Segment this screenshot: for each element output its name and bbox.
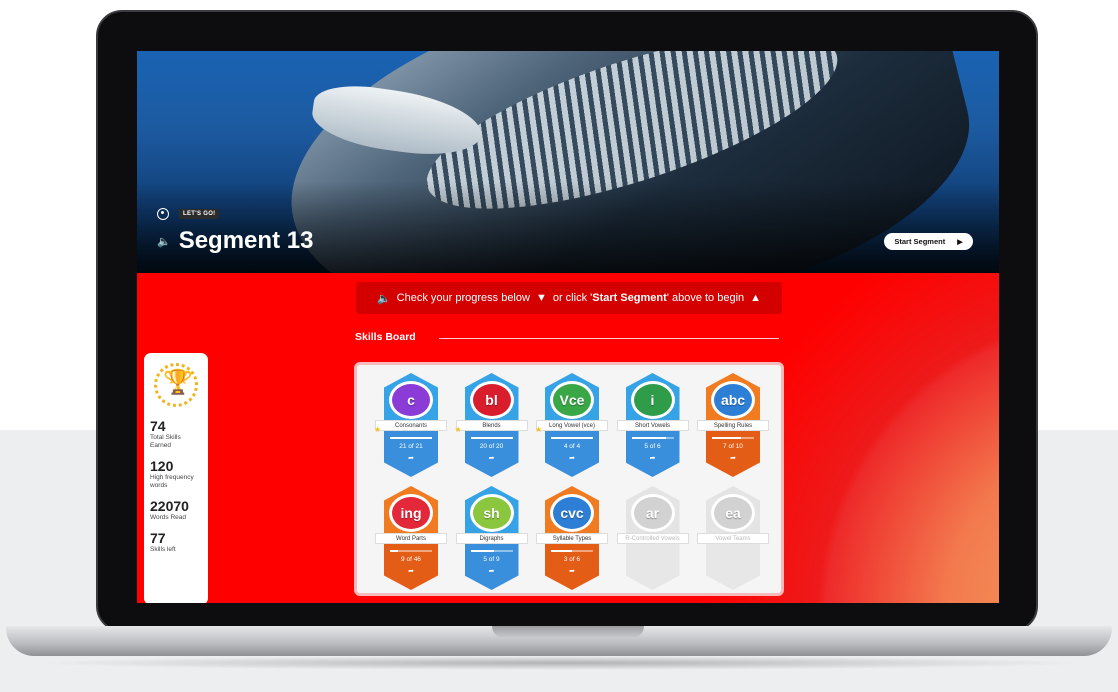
skill-badge[interactable]: abc Spelling Rules 7 of 10 ➦ (693, 373, 773, 479)
badge-progress-bar (551, 437, 593, 439)
badge-emblem: ar (630, 494, 675, 532)
badge-progress-count: 20 of 20 (479, 443, 504, 450)
badge-progress-count: 7 of 10 (723, 443, 743, 450)
speaker-icon[interactable]: 🔈 (157, 235, 171, 248)
start-segment-label: Start Segment (894, 237, 946, 246)
start-segment-button[interactable]: Start Segment ▶ (884, 233, 973, 250)
badge-progress-bar (470, 437, 513, 439)
badge-progress-bar (551, 550, 593, 552)
share-icon[interactable]: ➦ (545, 567, 599, 575)
skills-board-divider (439, 338, 779, 339)
stat-label: High frequency words (150, 474, 194, 489)
badge-progress-count: 4 of 4 (563, 443, 581, 450)
star-icon: ★ (454, 425, 462, 434)
badge-grid: c Consonants ★ 21 of 21 ➦ bl Blends ★ 20… (371, 373, 774, 592)
share-icon[interactable]: ➦ (465, 454, 519, 462)
banner-text-bold: Start Segment (592, 292, 667, 304)
skill-badge[interactable]: cvc Syllable Types 3 of 6 ➦ (532, 486, 612, 592)
badge-emblem: i (630, 381, 675, 419)
star-icon: ★ (535, 425, 543, 434)
share-icon[interactable]: ➦ (465, 567, 519, 575)
badge-label: Word Parts (375, 533, 447, 544)
laptop-screen: LET'S GO! 🔈 Segment 13 Start Segment ▶ 🔈… (137, 51, 999, 603)
stat-value: 74 (150, 418, 166, 434)
banner-text-middle: or click 'Start Segment' above to begin (552, 292, 745, 304)
skills-board: c Consonants ★ 21 of 21 ➦ bl Blends ★ 20… (354, 362, 784, 596)
lets-go-badge: LET'S GO! (179, 209, 220, 219)
star-icon: ★ (374, 425, 382, 434)
play-icon: ▶ (957, 238, 963, 246)
skill-badge[interactable]: Vce Long Vowel (vce) ★ 4 of 4 ➦ (532, 373, 612, 479)
trophy-icon: 🏆 (150, 363, 200, 411)
skill-badge[interactable]: c Consonants ★ 21 of 21 ➦ (371, 373, 451, 479)
banner-text-before: Check your progress below (396, 292, 530, 304)
skill-badge[interactable]: ar R-Controlled Vowels (613, 486, 693, 592)
badge-progress-bar (390, 437, 432, 439)
skill-badge[interactable]: bl Blends ★ 20 of 20 ➦ (452, 373, 532, 479)
stat-label: Words Read (150, 514, 187, 521)
badge-label: Digraphs (455, 533, 528, 544)
content-area: 🔈 Check your progress below ▼ or click '… (137, 273, 999, 603)
hero-meta: LET'S GO! (157, 208, 220, 220)
laptop-shadow (30, 656, 1090, 670)
stat-value: 77 (150, 530, 166, 546)
laptop-notch (492, 626, 644, 638)
badge-label: Short Vowels (616, 420, 689, 431)
badge-progress-count: 3 of 6 (563, 556, 581, 563)
skill-badge[interactable]: i Short Vowels 5 of 6 ➦ (613, 373, 693, 479)
stat-item: 77 Skills left (150, 531, 202, 554)
skills-board-heading: Skills Board (355, 331, 416, 343)
hero-title-row: 🔈 Segment 13 (157, 227, 313, 255)
hero-banner: LET'S GO! 🔈 Segment 13 Start Segment ▶ (137, 51, 999, 273)
share-icon[interactable]: ➦ (384, 567, 438, 575)
share-icon[interactable]: ➦ (706, 454, 760, 462)
badge-emblem: bl (469, 381, 514, 419)
share-icon[interactable]: ➦ (545, 454, 599, 462)
badge-emblem: Vce (550, 381, 594, 419)
share-icon[interactable]: ➦ (626, 454, 680, 462)
stats-panel: 🏆 74 Total Skills Earned 120 High frequen… (144, 353, 208, 603)
segment-title: Segment 13 (178, 227, 314, 254)
skill-badge[interactable]: ing Word Parts 9 of 46 ➦ (371, 486, 451, 592)
badge-emblem: c (389, 381, 433, 419)
progress-banner: 🔈 Check your progress below ▼ or click '… (356, 282, 782, 314)
skill-badge[interactable]: sh Digraphs 5 of 9 ➦ (452, 486, 532, 592)
stat-item: 120 High frequency words (150, 459, 202, 490)
stat-item: 22070 Words Read (150, 499, 202, 522)
badge-progress-count: 5 of 6 (644, 443, 661, 450)
stat-item: 74 Total Skills Earned (150, 419, 202, 450)
stat-label: Skills left (150, 546, 176, 553)
speaker-icon[interactable]: 🔈 (377, 292, 391, 305)
stat-label: Total Skills Earned (150, 434, 181, 449)
badge-progress-bar (470, 550, 513, 552)
badge-emblem: sh (469, 494, 514, 532)
down-arrow-icon: ▼ (535, 292, 547, 304)
up-arrow-icon: ▲ (750, 292, 762, 304)
badge-label: Blends (455, 420, 528, 431)
badge-label: Long Vowel (vce) (536, 420, 608, 431)
badge-label: Syllable Types (536, 533, 608, 544)
share-icon[interactable]: ➦ (384, 454, 438, 462)
badge-label: Spelling Rules (697, 420, 769, 431)
badge-progress-bar (631, 437, 674, 439)
badge-progress-count: 9 of 46 (401, 556, 421, 563)
stat-value: 120 (150, 458, 174, 474)
badge-label: R-Controlled Vowels (616, 533, 689, 544)
badge-progress-count: 5 of 9 (483, 556, 500, 563)
badge-emblem: ing (389, 494, 433, 532)
badge-emblem: cvc (550, 494, 594, 532)
badge-label: Consonants (375, 420, 447, 431)
badge-progress-count: 21 of 21 (399, 443, 423, 450)
stat-value: 22070 (150, 498, 189, 514)
skill-badge[interactable]: ea Vowel Teams (693, 486, 773, 592)
badge-emblem: abc (711, 381, 755, 419)
badge-progress-bar (712, 437, 754, 439)
badge-emblem: ea (711, 494, 755, 532)
badge-label: Vowel Teams (697, 533, 769, 544)
badge-progress-bar (390, 550, 432, 552)
avatar-icon[interactable] (157, 208, 169, 220)
